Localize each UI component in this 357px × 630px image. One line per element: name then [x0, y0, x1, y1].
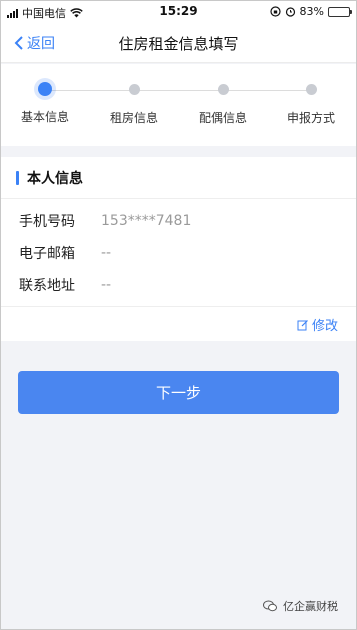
phone-screen: 中国电信 15:29 83% 返回 住房租金信息填写 基本信息 租房信息 配偶信… [0, 0, 357, 630]
field-value: -- [101, 277, 112, 293]
status-bar: 中国电信 15:29 83% [1, 1, 356, 23]
step-dot-active [38, 82, 52, 96]
next-step-button[interactable]: 下一步 [18, 371, 339, 414]
section-header: 本人信息 [1, 157, 356, 199]
wechat-icon [263, 600, 277, 612]
alarm-icon [285, 7, 295, 17]
step-label: 申报方式 [286, 111, 335, 125]
field-label: 手机号码 [19, 214, 75, 230]
step-label: 租房信息 [109, 111, 158, 125]
step-basic-info: 基本信息 [5, 82, 85, 125]
personal-info-section: 本人信息 手机号码 153****7481 电子邮箱 -- 联系地址 -- 修改 [1, 157, 356, 341]
edit-icon [297, 319, 308, 330]
step-spouse-info: 配偶信息 [183, 84, 263, 126]
watermark-text: 亿企赢财税 [283, 600, 338, 613]
info-list: 手机号码 153****7481 电子邮箱 -- 联系地址 -- [1, 199, 356, 301]
field-email: 电子邮箱 -- [1, 237, 356, 269]
edit-label: 修改 [311, 319, 338, 334]
field-address: 联系地址 -- [1, 269, 356, 301]
field-label: 电子邮箱 [19, 246, 75, 262]
step-rental-info: 租房信息 [94, 84, 174, 126]
step-dot [128, 84, 140, 95]
section-title: 本人信息 [27, 170, 83, 187]
field-value: 153****7481 [101, 213, 192, 229]
page-title: 住房租金信息填写 [118, 35, 239, 53]
field-phone: 手机号码 153****7481 [1, 205, 356, 237]
divider [1, 306, 356, 307]
watermark: 亿企赢财税 [263, 598, 338, 614]
field-value: -- [101, 245, 112, 261]
battery-icon [328, 6, 352, 17]
rotation-lock-icon [269, 6, 281, 17]
edit-button[interactable]: 修改 [297, 315, 338, 334]
status-right: 83% [269, 5, 352, 18]
step-dot [305, 84, 317, 95]
section-accent-bar [16, 170, 19, 185]
field-label: 联系地址 [19, 278, 75, 294]
step-label: 配偶信息 [198, 111, 247, 125]
nav-bar: 返回 住房租金信息填写 [1, 23, 356, 63]
step-filing-method: 申报方式 [271, 84, 351, 126]
progress-steps: 基本信息 租房信息 配偶信息 申报方式 [1, 64, 356, 146]
step-label: 基本信息 [20, 110, 69, 124]
battery-percent: 83% [299, 5, 324, 18]
step-dot [217, 84, 229, 95]
